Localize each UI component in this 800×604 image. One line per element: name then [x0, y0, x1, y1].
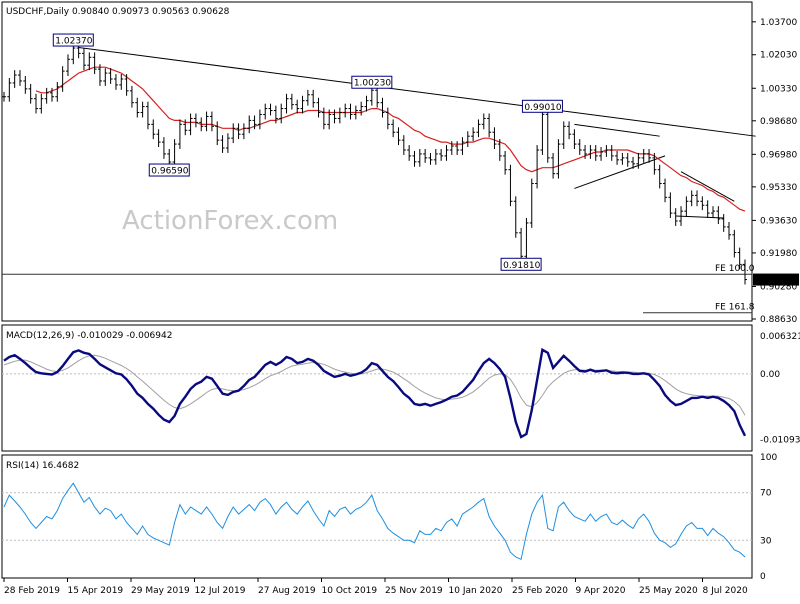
- price-axis-tick-label: 0.88630: [760, 315, 797, 325]
- x-axis-tick-label: 10 Jan 2020: [449, 586, 503, 596]
- price-axis-tick-label: 0.90280: [760, 282, 797, 292]
- macd-axis-tick-label: -0.010939: [760, 436, 800, 446]
- x-axis-tick-label: 28 Feb 2019: [4, 586, 60, 596]
- price-axis-tick-label: 1.03700: [760, 18, 797, 28]
- price-panel: [1, 1, 753, 322]
- rsi-axis-tick-label: 0: [760, 572, 766, 582]
- macd-label: MACD(12,26,9) -0.010029 -0.006942: [6, 331, 172, 341]
- price-annotation: 0.96590: [148, 163, 190, 177]
- x-axis-tick-label: 8 Jul 2020: [703, 586, 748, 596]
- rsi-axis-tick-label: 30: [760, 536, 772, 546]
- x-axis-tick-label: 29 May 2019: [131, 586, 190, 596]
- price-axis-tick-label: 1.00330: [760, 84, 797, 94]
- x-axis-tick-label: 25 May 2020: [639, 586, 698, 596]
- price-annotation-label: 1.00230: [354, 79, 391, 89]
- price-annotation-label: 1.02370: [55, 37, 92, 47]
- price-axis-tick-label: 0.98680: [760, 117, 797, 127]
- chart-header: USDCHF,Daily 0.90840 0.90973 0.90563 0.9…: [6, 7, 230, 17]
- chart-canvas: ActionForex.com FE 100.0 FE 161.8 1.02370 0…: [1, 1, 800, 596]
- price-axis-tick-label: 0.93630: [760, 216, 797, 226]
- rsi-axis-tick-label: 70: [760, 489, 772, 499]
- macd-axis-tick-label: 0.00: [760, 370, 780, 380]
- price-annotation-label: 0.96590: [151, 167, 188, 177]
- price-annotation-label: 0.99010: [524, 103, 561, 113]
- x-axis-tick-label: 10 Oct 2019: [322, 586, 378, 596]
- price-annotation: 0.91810: [500, 257, 542, 271]
- x-axis-tick-label: 9 Apr 2020: [576, 586, 626, 596]
- usdchf-daily-chart: ActionForex.com FE 100.0 FE 161.8 1.02370 0…: [0, 0, 800, 600]
- x-axis-tick-label: 25 Nov 2019: [385, 586, 443, 596]
- x-axis-tick-label: 27 Aug 2019: [258, 586, 316, 596]
- price-annotation: 1.02370: [52, 33, 94, 47]
- x-axis-tick-label: 15 Apr 2019: [68, 586, 124, 596]
- macd-axis-tick-label: 0.006321: [760, 332, 800, 342]
- fib-level-label: FE 100.0: [715, 264, 755, 274]
- price-axis-tick-label: 0.96980: [760, 150, 797, 160]
- x-axis-tick-label: 12 Jul 2019: [195, 586, 246, 596]
- price-axis-tick-label: 0.91980: [760, 249, 797, 259]
- rsi-label: RSI(14) 16.4682: [6, 461, 79, 471]
- price-annotation: 1.00230: [351, 75, 393, 89]
- price-axis-tick-label: 1.02030: [760, 51, 797, 61]
- rsi-axis-tick-label: 100: [760, 453, 777, 463]
- price-annotation-label: 0.91810: [503, 261, 540, 271]
- price-annotation: 0.99010: [521, 99, 563, 113]
- x-axis-tick-label: 25 Feb 2020: [512, 586, 568, 596]
- fib-level-label: FE 161.8: [715, 303, 755, 313]
- watermark: ActionForex.com: [122, 206, 338, 236]
- price-axis-tick-label: 0.95330: [760, 183, 797, 193]
- macd-panel: [1, 324, 753, 452]
